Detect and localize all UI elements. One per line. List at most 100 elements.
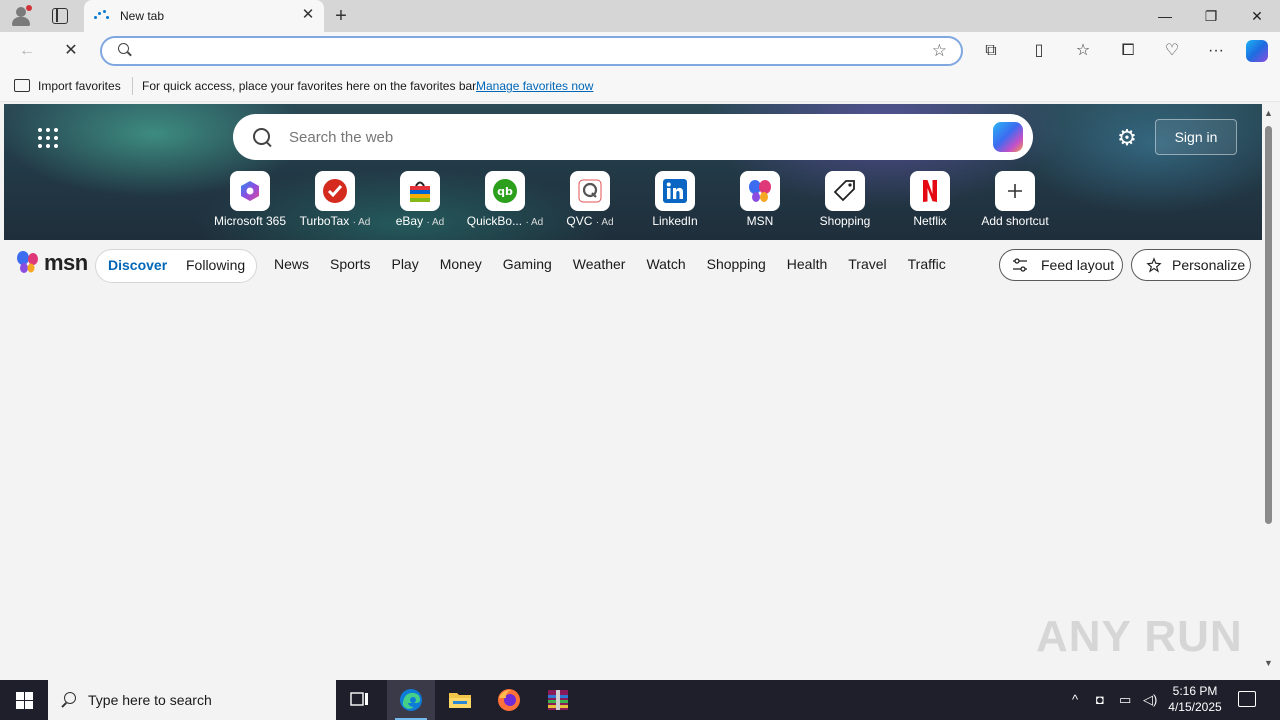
microsoft-365-icon: [230, 171, 270, 211]
add-shortcut-button[interactable]: Add shortcut: [972, 171, 1058, 231]
shortcut-label: QVC: [566, 214, 593, 228]
favorites-bar: Import favorites For quick access, place…: [0, 70, 1280, 102]
winrar-icon[interactable]: [534, 680, 582, 720]
volume-icon[interactable]: ◁): [1143, 692, 1157, 708]
plus-icon: [995, 171, 1035, 211]
nav-shopping[interactable]: Shopping: [707, 256, 766, 272]
collections-icon[interactable]: ⧠: [1117, 40, 1139, 62]
feed-layout-label: Feed layout: [1041, 257, 1115, 273]
tab-following[interactable]: Following: [186, 257, 245, 273]
ad-badge: · Ad: [525, 217, 544, 228]
nav-watch[interactable]: Watch: [646, 256, 685, 272]
msn-butterfly-icon: [740, 171, 780, 211]
address-bar[interactable]: ☆: [100, 36, 963, 66]
firefox-icon[interactable]: [485, 680, 533, 720]
shortcut-msn[interactable]: MSN: [717, 171, 803, 231]
shortcut-netflix[interactable]: Netflix: [887, 171, 973, 231]
quickbooks-icon: qb: [485, 171, 525, 211]
edge-taskbar-icon[interactable]: [387, 680, 435, 720]
scrollbar-thumb[interactable]: [1265, 126, 1272, 524]
nav-health[interactable]: Health: [787, 256, 827, 272]
import-favorites-icon[interactable]: [14, 79, 30, 92]
tab-actions-icon[interactable]: [52, 8, 68, 24]
nav-news[interactable]: News: [274, 256, 309, 272]
page-settings-gear-icon[interactable]: ⚙: [1116, 127, 1138, 149]
notifications-icon[interactable]: [1238, 691, 1256, 707]
feed-layout-button[interactable]: Feed layout: [999, 249, 1123, 281]
file-explorer-icon[interactable]: [436, 680, 484, 720]
anyrun-watermark: ANY RUN: [1036, 612, 1243, 661]
meet-now-icon[interactable]: ◘: [1096, 692, 1104, 707]
nav-traffic[interactable]: Traffic: [908, 256, 946, 272]
svg-text:qb: qb: [497, 185, 513, 198]
shortcut-label: Add shortcut: [981, 214, 1049, 228]
page-scrollbar[interactable]: ▲ ▼: [1262, 104, 1276, 676]
shortcut-shopping[interactable]: Shopping: [802, 171, 888, 231]
shortcut-microsoft-365[interactable]: Microsoft 365: [207, 171, 293, 231]
nav-play[interactable]: Play: [391, 256, 418, 272]
profile-icon[interactable]: [10, 5, 32, 27]
sign-in-button[interactable]: Sign in: [1155, 119, 1237, 155]
nav-gaming[interactable]: Gaming: [503, 256, 552, 272]
task-view-icon[interactable]: [336, 680, 384, 720]
copilot-search-icon[interactable]: [993, 122, 1023, 152]
web-search-icon: [253, 128, 271, 146]
scroll-up-arrow-icon[interactable]: ▲: [1264, 108, 1273, 118]
nav-travel[interactable]: Travel: [848, 256, 886, 272]
network-icon[interactable]: ▭: [1119, 692, 1131, 708]
ebay-bag-icon: [400, 171, 440, 211]
shortcut-label: Microsoft 365: [213, 214, 287, 228]
favorites-divider: [132, 77, 133, 95]
extensions-icon[interactable]: ⧉: [980, 40, 1002, 62]
new-tab-favicon-icon: [94, 10, 110, 22]
shortcut-quickbooks[interactable]: qb QuickBo... · Ad: [462, 171, 548, 231]
app-launcher-icon[interactable]: [38, 128, 58, 148]
web-search-box: [233, 114, 1033, 160]
split-screen-icon[interactable]: ▯: [1028, 40, 1050, 62]
manage-favorites-link[interactable]: Manage favorites now: [476, 79, 593, 93]
msn-logo[interactable]: msn: [16, 249, 88, 275]
web-search-input[interactable]: [289, 126, 969, 148]
shortcut-ebay[interactable]: eBay · Ad: [377, 171, 463, 231]
browser-toolbar: ← ✕ ☆ ⧉ ▯ ☆ ⧠ ♡ ···: [0, 32, 1280, 70]
shortcut-label: Shopping: [819, 214, 871, 228]
stop-loading-icon[interactable]: ✕: [60, 40, 82, 62]
copilot-icon[interactable]: [1246, 40, 1268, 62]
windows-start-icon[interactable]: [0, 680, 48, 720]
new-tab-button[interactable]: +: [330, 5, 352, 27]
taskbar-search-placeholder: Type here to search: [88, 692, 212, 708]
nav-sports[interactable]: Sports: [330, 256, 370, 272]
nav-weather[interactable]: Weather: [573, 256, 626, 272]
shortcut-turbotax[interactable]: TurboTax · Ad: [292, 171, 378, 231]
shortcut-label: LinkedIn: [652, 214, 698, 228]
personalize-label: Personalize: [1172, 257, 1246, 273]
nav-money[interactable]: Money: [440, 256, 482, 272]
system-clock[interactable]: 5:16 PM 4/15/2025: [1160, 683, 1230, 715]
personalize-button[interactable]: Personalize: [1131, 249, 1251, 281]
sliders-icon: [1013, 258, 1027, 272]
taskbar-search-box[interactable]: Type here to search: [48, 680, 336, 720]
tab-discover[interactable]: Discover: [108, 257, 167, 273]
restore-button[interactable]: ❐: [1188, 0, 1234, 32]
turbotax-icon: [315, 171, 355, 211]
tab-new-tab[interactable]: New tab ✕: [84, 0, 324, 32]
browser-essentials-icon[interactable]: ♡: [1161, 40, 1183, 62]
import-favorites-button[interactable]: Import favorites: [38, 79, 121, 93]
new-tab-page: ⚙ Sign in Microsoft 365 TurboTax · Ad eB…: [4, 104, 1262, 676]
minimize-button[interactable]: —: [1142, 0, 1188, 32]
close-window-button[interactable]: ✕: [1234, 0, 1280, 32]
feed-toggle-group: Discover Following: [95, 249, 257, 283]
taskbar: Type here to search ^ ◘ ▭ ◁) 5:16 PM 4/1…: [0, 680, 1280, 720]
shortcut-qvc[interactable]: QVC · Ad: [547, 171, 633, 231]
clock-date: 4/15/2025: [1168, 700, 1222, 714]
msn-logo-text: msn: [44, 250, 88, 275]
show-hidden-icons-chevron-icon[interactable]: ^: [1072, 692, 1078, 707]
favorites-icon[interactable]: ☆: [1072, 40, 1094, 62]
scroll-down-arrow-icon[interactable]: ▼: [1264, 658, 1273, 668]
add-favorite-star-icon[interactable]: ☆: [932, 41, 947, 61]
ad-badge: · Ad: [352, 217, 371, 228]
tab-close-icon[interactable]: ✕: [300, 7, 316, 23]
settings-more-icon[interactable]: ···: [1205, 40, 1227, 62]
shortcut-linkedin[interactable]: LinkedIn: [632, 171, 718, 231]
back-arrow-icon[interactable]: ←: [16, 40, 38, 62]
